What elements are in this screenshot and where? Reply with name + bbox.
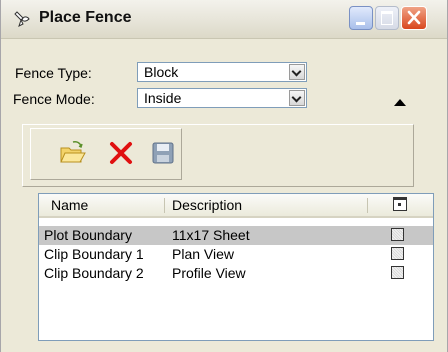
column-header-name[interactable]: Name <box>51 197 88 213</box>
fence-type-value: Block <box>144 64 179 80</box>
row-checkbox[interactable] <box>391 266 404 279</box>
fence-tool-icon <box>14 11 30 27</box>
row-name: Clip Boundary 2 <box>44 265 144 281</box>
maximize-button[interactable] <box>375 6 399 30</box>
list-row[interactable]: Clip Boundary 1 Plan View <box>39 245 433 264</box>
title-bar[interactable]: Place Fence <box>1 0 447 39</box>
checkbox-column-icon[interactable] <box>393 197 407 211</box>
list-row[interactable]: Plot Boundary 11x17 Sheet <box>39 226 433 245</box>
place-fence-window: Place Fence Fence Type: Block Fence Mode… <box>0 0 448 352</box>
fence-mode-value: Inside <box>144 90 182 106</box>
delete-x-icon[interactable] <box>107 139 135 167</box>
row-checkbox[interactable] <box>391 228 404 241</box>
column-divider[interactable] <box>164 198 165 213</box>
fence-list[interactable]: Name Description Plot Boundary 11x17 She… <box>38 193 434 341</box>
list-row[interactable]: Clip Boundary 2 Profile View <box>39 264 433 283</box>
row-description: 11x17 Sheet <box>172 227 250 243</box>
row-name: Clip Boundary 1 <box>44 246 144 262</box>
chevron-down-icon[interactable] <box>289 90 305 106</box>
row-name: Plot Boundary <box>44 227 132 243</box>
fence-type-label: Fence Type: <box>15 65 92 81</box>
list-header: Name Description <box>39 194 433 218</box>
open-folder-icon[interactable] <box>59 139 87 167</box>
fence-mode-dropdown[interactable]: Inside <box>137 88 307 108</box>
close-icon <box>407 10 421 25</box>
close-button[interactable] <box>401 6 427 30</box>
toolbox <box>30 128 182 180</box>
row-description: Profile View <box>172 265 246 281</box>
fence-mode-label: Fence Mode: <box>13 91 95 107</box>
fence-type-dropdown[interactable]: Block <box>137 62 307 82</box>
minimize-button[interactable] <box>349 6 373 30</box>
save-disk-icon[interactable] <box>149 139 177 167</box>
column-divider[interactable] <box>367 198 368 213</box>
row-checkbox[interactable] <box>391 247 404 260</box>
column-header-description[interactable]: Description <box>172 197 242 213</box>
row-description: Plan View <box>172 246 235 262</box>
chevron-down-icon[interactable] <box>289 64 305 80</box>
window-title: Place Fence <box>39 9 132 26</box>
collapse-arrow-icon[interactable] <box>394 99 406 106</box>
